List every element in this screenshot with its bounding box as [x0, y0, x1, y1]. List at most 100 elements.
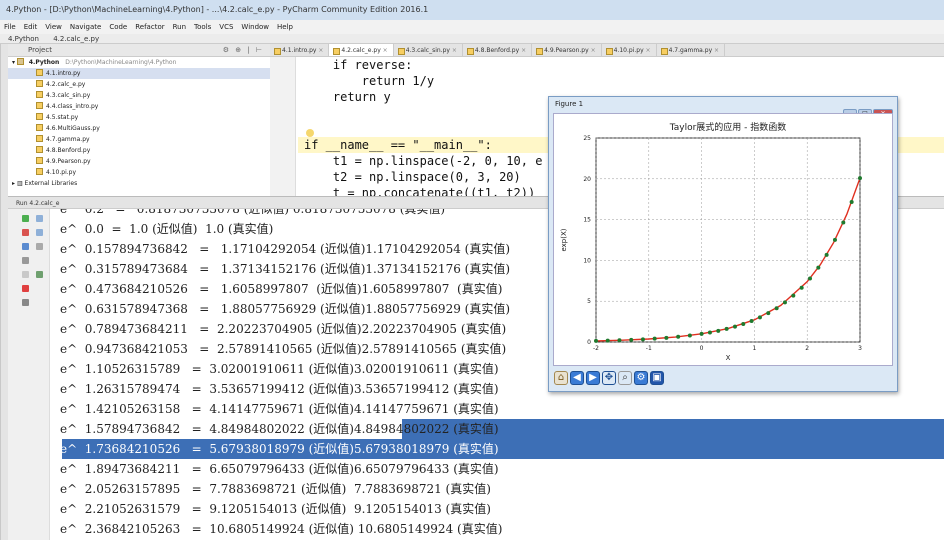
wrap-icon[interactable] — [36, 243, 43, 250]
tree-file-item[interactable]: 4.5.stat.py — [8, 112, 270, 123]
close-tab-icon[interactable]: × — [316, 47, 323, 54]
print-icon[interactable] — [22, 271, 29, 278]
data-point — [707, 330, 712, 335]
data-point — [617, 338, 622, 343]
panel-controls-icon[interactable]: ⚙ ⊕ | ⊢ — [223, 44, 264, 57]
tree-root[interactable]: ▾ 4.Python D:\Python\MachineLearning\4.P… — [8, 57, 270, 68]
code-line: return 1/y — [304, 73, 434, 89]
data-point — [687, 333, 692, 338]
y-tick-label: 20 — [583, 176, 591, 183]
python-file-icon — [36, 91, 43, 98]
tree-file-item[interactable]: 4.6.MultiGauss.py — [8, 123, 270, 134]
menu-edit[interactable]: Edit — [24, 23, 38, 31]
x-tick-label: -2 — [593, 345, 599, 352]
lightbulb-icon[interactable] — [306, 129, 314, 137]
tree-file-item[interactable]: 4.8.Benford.py — [8, 145, 270, 156]
back-icon[interactable]: ◀ — [570, 371, 584, 385]
home-icon[interactable]: ⌂ — [554, 371, 568, 385]
y-tick-label: 25 — [583, 135, 591, 142]
tree-file-item[interactable]: 4.3.calc_sin.py — [8, 90, 270, 101]
close-tab-icon[interactable]: × — [712, 47, 719, 54]
close-tab-icon[interactable]: × — [644, 47, 651, 54]
tree-file-item[interactable]: 4.1.intro.py — [8, 68, 270, 79]
close-tab-icon[interactable]: × — [519, 47, 526, 54]
editor-tab[interactable]: 4.2.calc_e.py × — [329, 44, 394, 56]
library-icon: ▥ — [16, 180, 23, 187]
matplotlib-figure-window[interactable]: Figure 1 –□✕ -2-101230510152025Taylor展式的… — [548, 96, 898, 392]
tree-file-item[interactable]: 4.7.gamma.py — [8, 134, 270, 145]
data-point — [799, 285, 804, 290]
data-point — [699, 331, 704, 336]
y-tick-label: 0 — [587, 339, 591, 346]
code-line-1: if reverse: — [304, 58, 413, 72]
scroll-icon[interactable] — [22, 257, 29, 264]
close-icon[interactable] — [22, 285, 29, 292]
up-icon[interactable] — [36, 215, 43, 222]
tree-file-item[interactable]: 4.4.class_intro.py — [8, 101, 270, 112]
data-point — [629, 337, 634, 342]
editor-tab-label: 4.3.calc_sin.py — [405, 47, 450, 54]
menu-refactor[interactable]: Refactor — [135, 23, 164, 31]
data-point — [816, 265, 821, 270]
project-header-label[interactable]: Project — [28, 46, 52, 54]
forward-icon[interactable]: ▶ — [586, 371, 600, 385]
editor-tab[interactable]: 4.8.Benford.py × — [463, 44, 533, 56]
help-icon[interactable] — [22, 299, 29, 306]
menu-help[interactable]: Help — [277, 23, 293, 31]
save-icon[interactable]: ▣ — [650, 371, 664, 385]
console-line: e^ 1.73684210526 = 5.67938018979 (近似值)5.… — [60, 442, 499, 456]
menu-view[interactable]: View — [45, 23, 62, 31]
data-point — [594, 338, 598, 343]
zoom-icon[interactable]: ⌕ — [618, 371, 632, 385]
pause-icon[interactable] — [22, 243, 29, 250]
menu-run[interactable]: Run — [173, 23, 186, 31]
menu-window[interactable]: Window — [241, 23, 269, 31]
code-line: t2 = np.linspace(0, 3, 20) — [304, 169, 521, 185]
stop-icon[interactable] — [22, 229, 29, 236]
down-icon[interactable] — [36, 229, 43, 236]
menu-code[interactable]: Code — [109, 23, 127, 31]
external-libraries-label: External Libraries — [24, 180, 78, 187]
plot-canvas[interactable]: -2 -1 0 1 2 3 0 5 10 15 20 25 Taylor展式的应用 - 指数函数 Xexp… — [553, 113, 893, 366]
tree-file-item[interactable]: 4.9.Pearson.py — [8, 156, 270, 167]
pan-icon[interactable]: ✥ — [602, 371, 616, 385]
close-tab-icon[interactable]: × — [450, 47, 457, 54]
menu-tools[interactable]: Tools — [194, 23, 211, 31]
configure-icon[interactable]: ⚙ — [634, 371, 648, 385]
editor-tab[interactable]: 4.9.Pearson.py × — [532, 44, 602, 56]
tree-root-label: 4.Python — [28, 59, 60, 66]
window-title: 4.Python - [D:\Python\MachineLearning\4.… — [0, 0, 944, 20]
expand-icon[interactable]: ▾ — [12, 59, 15, 66]
tree-file-item[interactable]: 4.10.pi.py — [8, 167, 270, 178]
editor-tab[interactable]: 4.10.pi.py × — [602, 44, 657, 56]
tree-file-item[interactable]: 4.2.calc_e.py — [8, 79, 270, 90]
run-tab[interactable]: Run 4.2.calc_e — [16, 200, 60, 207]
python-file-icon — [36, 135, 43, 142]
menu-file[interactable]: File — [4, 23, 16, 31]
code-line-2: return 1/y — [304, 74, 435, 88]
tree-external-libraries[interactable]: ▸ ▥ External Libraries — [8, 178, 270, 189]
code-line: if reverse: — [304, 57, 412, 73]
menu-navigate[interactable]: Navigate — [70, 23, 101, 31]
x-tick-label: 0 — [700, 345, 704, 352]
editor-tab[interactable]: 4.3.calc_sin.py × — [394, 44, 463, 56]
breadcrumb-project[interactable]: 4.Python — [8, 35, 39, 43]
plot-area — [595, 137, 861, 343]
menu-vcs[interactable]: VCS — [219, 23, 233, 31]
breadcrumb-file[interactable]: 4.2.calc_e.py — [53, 35, 99, 43]
python-file-icon — [36, 113, 43, 120]
editor-tab-label: 4.9.Pearson.py — [544, 47, 589, 54]
editor-tab[interactable]: 4.7.gamma.py × — [657, 44, 726, 56]
data-point — [766, 311, 771, 316]
chart-title: Taylor展式的应用 - 指数函数 — [669, 121, 787, 133]
close-tab-icon[interactable]: × — [381, 47, 388, 54]
expand-icon[interactable]: ▸ — [12, 180, 15, 187]
tool-window-strip[interactable] — [0, 44, 8, 540]
editor-gutter — [270, 57, 296, 196]
x-tick-label: 3 — [858, 345, 862, 352]
settings-icon[interactable] — [36, 271, 43, 278]
editor-tab[interactable]: 4.1.intro.py × — [270, 44, 330, 56]
close-tab-icon[interactable]: × — [589, 47, 596, 54]
code-line: t1 = np.linspace(-2, 0, 10, e — [304, 153, 543, 169]
rerun-icon[interactable] — [22, 215, 29, 222]
